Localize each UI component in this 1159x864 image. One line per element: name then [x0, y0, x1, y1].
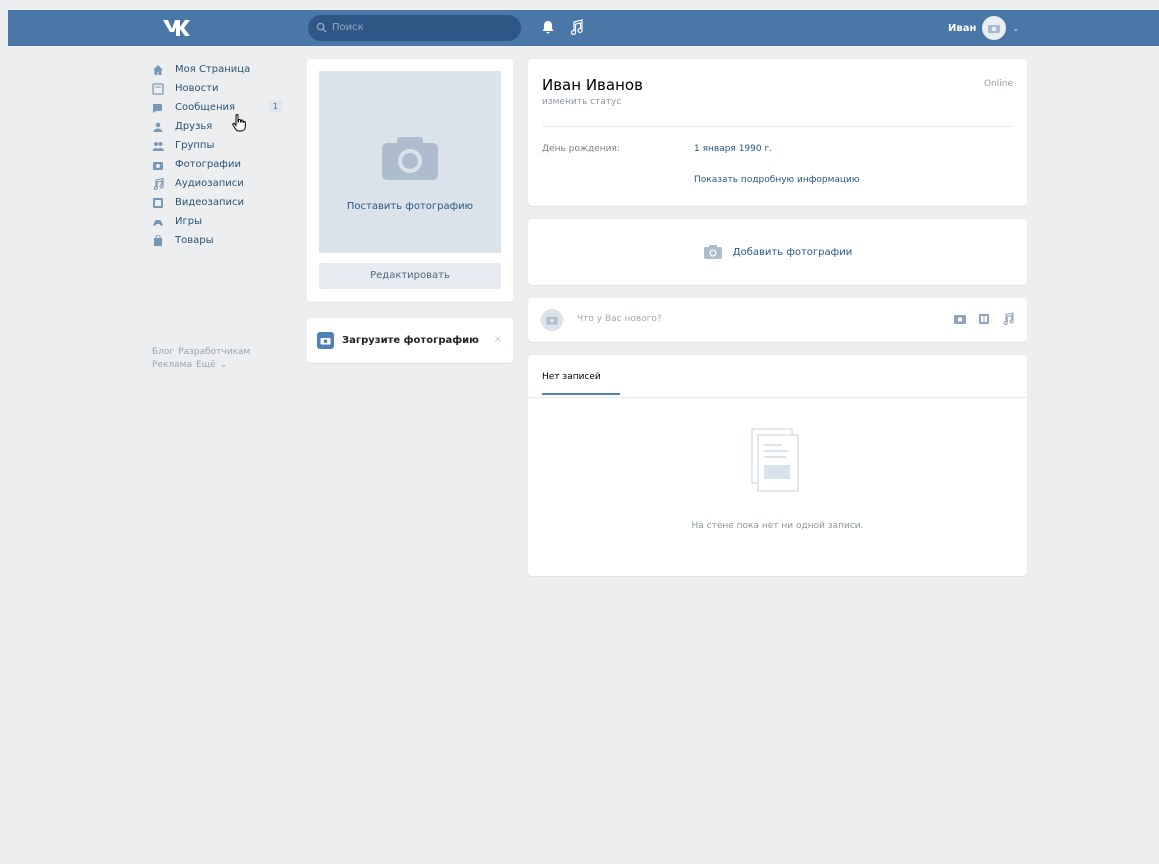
sidebar-nav: Моя Страница Новости Сообщения 1 Друзья …	[152, 60, 292, 250]
footer-link-more[interactable]: Ещё	[196, 360, 216, 370]
video-icon	[153, 197, 163, 208]
sidebar-item-news[interactable]: Новости	[152, 79, 292, 98]
show-more-info-link[interactable]: Показать подробную информацию	[694, 175, 859, 185]
user-name: Иван	[948, 22, 977, 34]
wall-card: Нет записей На стене пока нет ни одной з…	[528, 355, 1027, 576]
sidebar-item-label: Новости	[175, 83, 219, 94]
empty-wall-icon	[751, 428, 799, 492]
music-attach-icon[interactable]	[1001, 312, 1015, 326]
camera-icon	[546, 317, 558, 325]
change-status-link[interactable]: изменить статус	[542, 97, 621, 107]
avatar	[541, 309, 563, 331]
tab-no-posts[interactable]: Нет записей	[542, 355, 620, 395]
sidebar-item-label: Товары	[175, 235, 214, 246]
sidebar-item-label: Сообщения	[175, 102, 236, 113]
divider	[528, 397, 1027, 398]
bell-icon[interactable]	[540, 19, 556, 35]
birthday-value[interactable]: 1 января 1990 г.	[694, 144, 772, 154]
upload-photo-label: Загрузите фотографию	[342, 335, 479, 346]
messages-icon	[153, 103, 162, 113]
add-photos-label: Добавить фотографии	[732, 246, 853, 258]
new-post-card: Что у Вас нового?	[528, 298, 1027, 342]
footer-link-ads[interactable]: Реклама	[152, 360, 192, 370]
search-icon	[316, 22, 327, 33]
user-menu[interactable]: Иван ⌄	[948, 10, 1019, 46]
audio-icon	[153, 177, 164, 190]
post-attach-icons	[953, 312, 1015, 326]
sidebar-item-label: Аудиозаписи	[175, 178, 244, 189]
friends-icon	[153, 122, 163, 132]
camera-icon	[703, 245, 722, 259]
online-status: Online	[983, 79, 1013, 89]
groups-icon	[152, 141, 164, 151]
unread-badge: 1	[268, 101, 282, 112]
home-icon	[153, 64, 163, 75]
games-icon	[153, 219, 163, 226]
sidebar-item-groups[interactable]: Группы	[152, 136, 292, 155]
sidebar-item-my-page[interactable]: Моя Страница	[152, 60, 292, 79]
sidebar-item-label: Игры	[175, 216, 202, 227]
camera-icon	[317, 332, 334, 349]
sidebar-item-label: Видеозаписи	[175, 197, 245, 208]
close-icon[interactable]: ×	[494, 334, 502, 345]
user-avatar	[982, 16, 1007, 40]
set-photo-link[interactable]: Поставить фотографию	[347, 201, 473, 212]
music-icon[interactable]	[568, 19, 584, 35]
sidebar-item-video[interactable]: Видеозаписи	[152, 193, 292, 212]
empty-wall-message: На стене пока нет ни одной записи.	[691, 521, 864, 531]
goods-icon	[154, 234, 162, 246]
divider	[542, 126, 1013, 127]
search-placeholder: Поиск	[332, 22, 364, 33]
camera-icon	[382, 137, 438, 180]
profile-photo-placeholder[interactable]: Поставить фотографию	[319, 71, 501, 253]
sidebar-item-label: Группы	[175, 140, 215, 151]
video-attach-icon[interactable]	[977, 312, 991, 326]
vk-logo[interactable]	[161, 17, 191, 39]
upload-photo-prompt[interactable]: Загрузите фотографию ×	[307, 318, 513, 363]
photo-attach-icon[interactable]	[953, 312, 967, 326]
birthday-label: День рождения:	[542, 144, 620, 154]
chevron-down-icon: ⌄	[1012, 23, 1020, 33]
camera-icon	[988, 25, 1001, 33]
sidebar-item-photos[interactable]: Фотографии	[152, 155, 292, 174]
sidebar-item-label: Фотографии	[175, 159, 241, 170]
search-input[interactable]: Поиск	[308, 15, 521, 41]
new-post-input[interactable]: Что у Вас нового?	[577, 314, 662, 324]
edit-profile-button[interactable]: Редактировать	[319, 263, 501, 289]
profile-photo-card: Поставить фотографию Редактировать	[307, 59, 513, 302]
sidebar-item-messages[interactable]: Сообщения 1	[152, 98, 292, 117]
sidebar-item-goods[interactable]: Товары	[152, 231, 292, 250]
footer-link-blog[interactable]: Блог	[152, 347, 174, 357]
photos-icon	[153, 161, 163, 170]
sidebar-footer: Блог Разработчикам Реклама Ещё ⌄	[152, 346, 292, 372]
hand-cursor-icon	[232, 114, 246, 132]
chevron-down-icon: ⌄	[219, 360, 228, 370]
page-title: Иван Иванов	[542, 76, 643, 94]
news-icon	[152, 82, 164, 95]
sidebar-item-friends[interactable]: Друзья	[152, 117, 292, 136]
add-photos-card[interactable]: Добавить фотографии	[528, 219, 1027, 285]
sidebar-item-games[interactable]: Игры	[152, 212, 292, 231]
profile-info-card: Иван Иванов изменить статус Online День …	[528, 59, 1027, 206]
top-header: Поиск Иван ⌄	[8, 10, 1159, 46]
sidebar-item-audio[interactable]: Аудиозаписи	[152, 174, 292, 193]
sidebar-item-label: Друзья	[175, 121, 213, 132]
sidebar-item-label: Моя Страница	[175, 64, 251, 75]
footer-link-developers[interactable]: Разработчикам	[178, 347, 250, 357]
